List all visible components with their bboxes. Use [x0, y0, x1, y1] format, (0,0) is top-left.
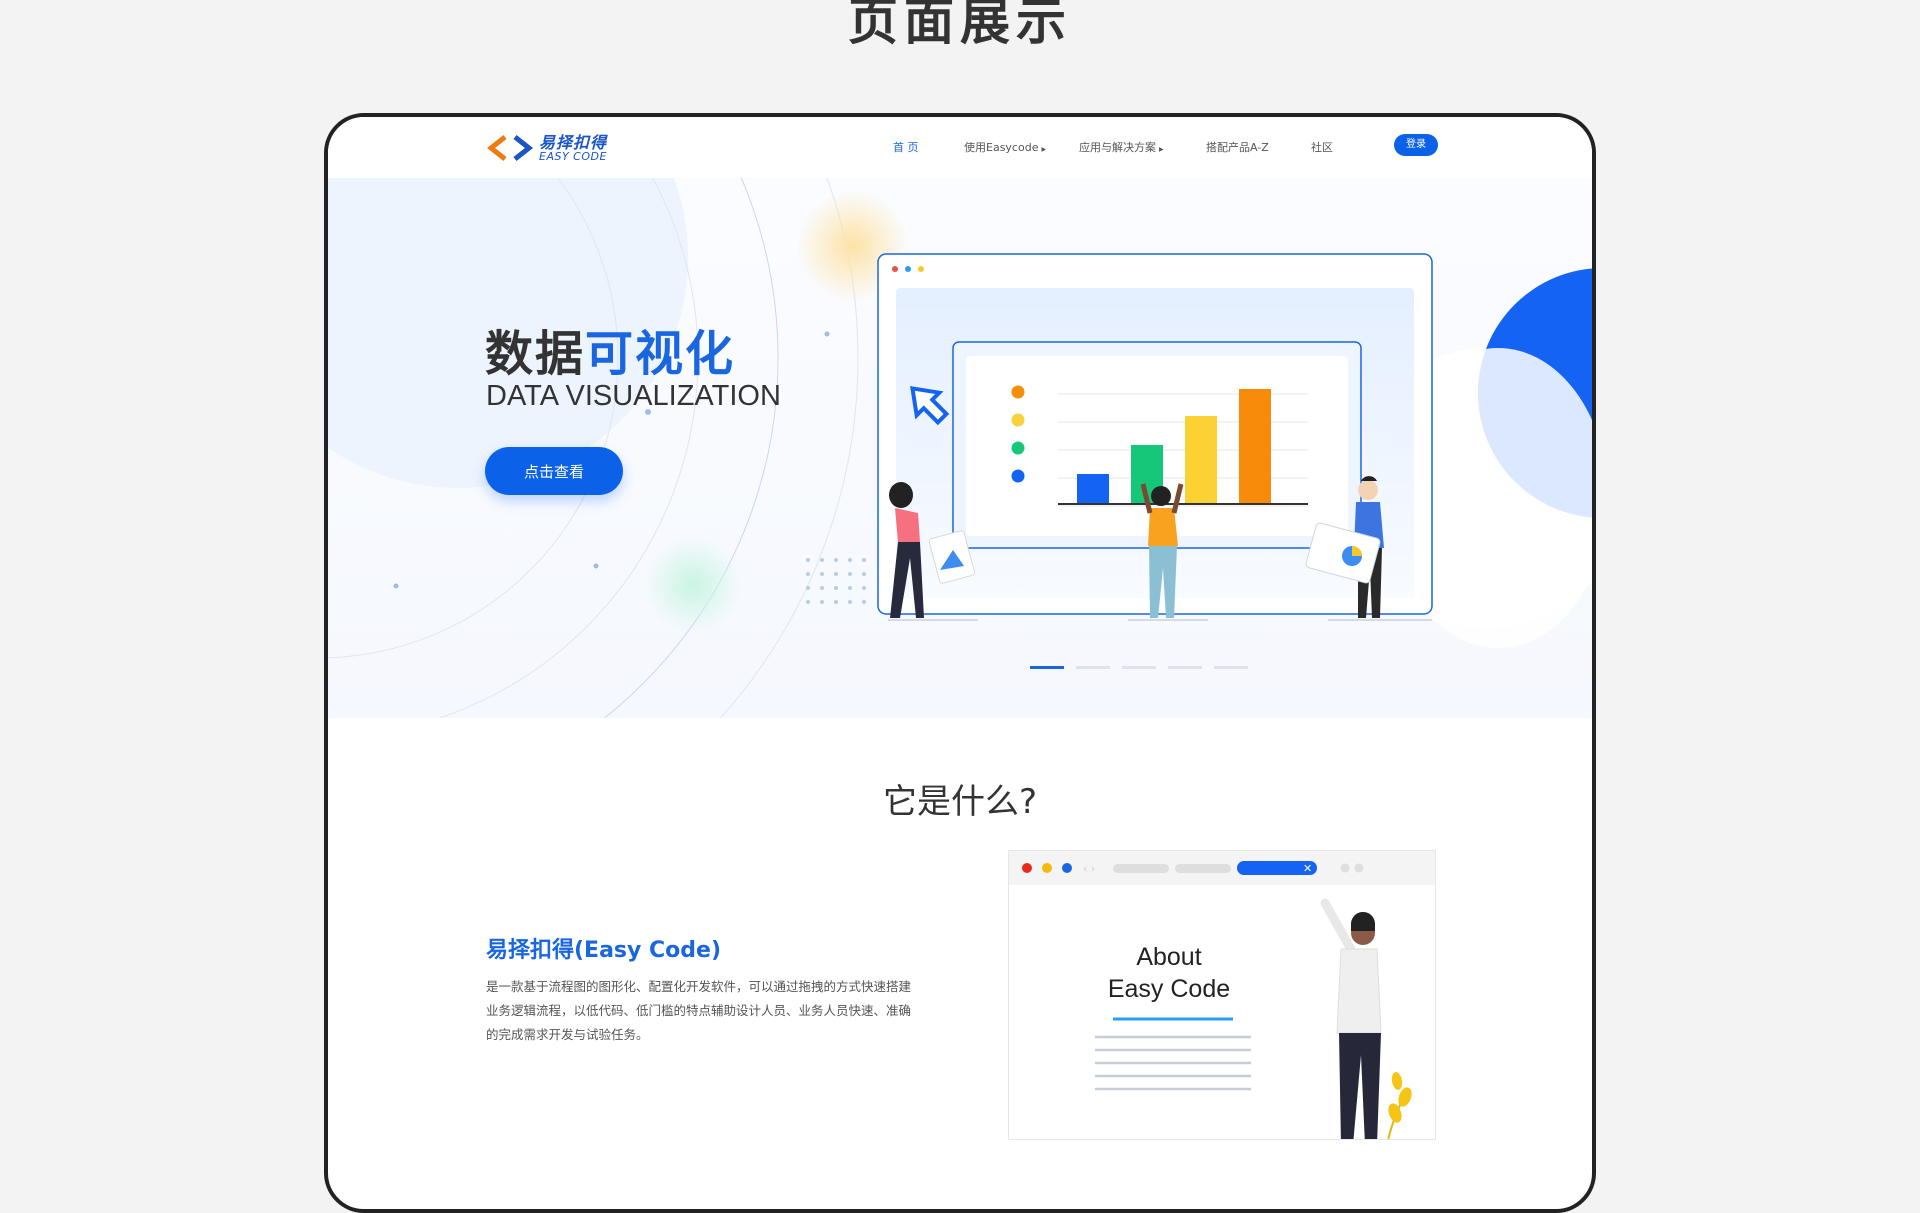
view-button[interactable]: 点击查看: [485, 447, 623, 495]
minimize-dot-icon: [1042, 863, 1052, 873]
login-button[interactable]: 登录: [1394, 134, 1438, 156]
nav-home-label: 首 页: [893, 141, 919, 154]
card-illustration: [1095, 898, 1412, 1139]
close-dot-icon: [1022, 863, 1032, 873]
svg-text:‹ ›: ‹ ›: [1083, 862, 1095, 875]
hero-title: 数据可视化: [485, 314, 735, 384]
nav-solutions-label: 应用与解决方案: [1079, 141, 1156, 154]
maximize-dot-icon: [1062, 863, 1072, 873]
nav-use-easycode-label: 使用Easycode: [964, 141, 1039, 154]
logo-en: EASY CODE: [539, 149, 607, 163]
logo[interactable]: 易择扣得 EASY CODE: [487, 133, 607, 163]
caret-right-icon: ▶: [1041, 146, 1047, 153]
carousel-dot-5[interactable]: [1214, 666, 1248, 669]
nav-solutions[interactable]: 应用与解决方案 ▶: [1079, 139, 1164, 155]
nav-community[interactable]: 社区: [1311, 139, 1333, 155]
carousel-dot-1[interactable]: [1030, 666, 1064, 669]
about-heading: 易择扣得(Easy Code): [486, 938, 722, 963]
nav-products-az[interactable]: 搭配产品A-Z: [1206, 139, 1269, 155]
top-nav: 易择扣得 EASY CODE 首 页 使用Easycode ▶ 应用与解决方案 ▶ …: [328, 117, 1592, 177]
nav-products-az-label: 搭配产品A-Z: [1206, 141, 1269, 154]
hero-subtitle: DATA VISUALIZATION: [486, 380, 781, 412]
svg-text:✕: ✕: [1303, 862, 1312, 875]
page-heading: 页面展示: [848, 0, 1072, 51]
hero-title-highlight: 可视化: [585, 326, 736, 382]
nav-use-easycode[interactable]: 使用Easycode ▶: [964, 139, 1046, 155]
logo-cn: 易择扣得: [539, 132, 608, 152]
caret-right-icon: ▶: [1159, 146, 1164, 153]
carousel-dots: [1030, 666, 1248, 669]
section-title: 它是什么?: [882, 782, 1038, 822]
carousel-dot-3[interactable]: [1122, 666, 1156, 669]
nav-community-label: 社区: [1311, 141, 1333, 154]
hero-title-dark: 数据: [485, 326, 586, 382]
code-brackets-icon: [487, 135, 534, 161]
nav-home[interactable]: 首 页: [893, 139, 919, 155]
browser-frame: 易择扣得 EASY CODE 首 页 使用Easycode ▶ 应用与解决方案 ▶ …: [324, 113, 1596, 1213]
carousel-dot-2[interactable]: [1076, 666, 1110, 669]
carousel-dot-4[interactable]: [1168, 666, 1202, 669]
about-card: ‹ › ✕ About Easy Code: [1008, 850, 1436, 1140]
card-browser-bar: ‹ › ✕: [1009, 851, 1435, 885]
hero-banner: 数据可视化 DATA VISUALIZATION 点击查看: [328, 178, 1592, 718]
about-text: 是一款基于流程图的图形化、配置化开发软件，可以通过拖拽的方式快速搭建业务逻辑流程…: [486, 979, 912, 1042]
